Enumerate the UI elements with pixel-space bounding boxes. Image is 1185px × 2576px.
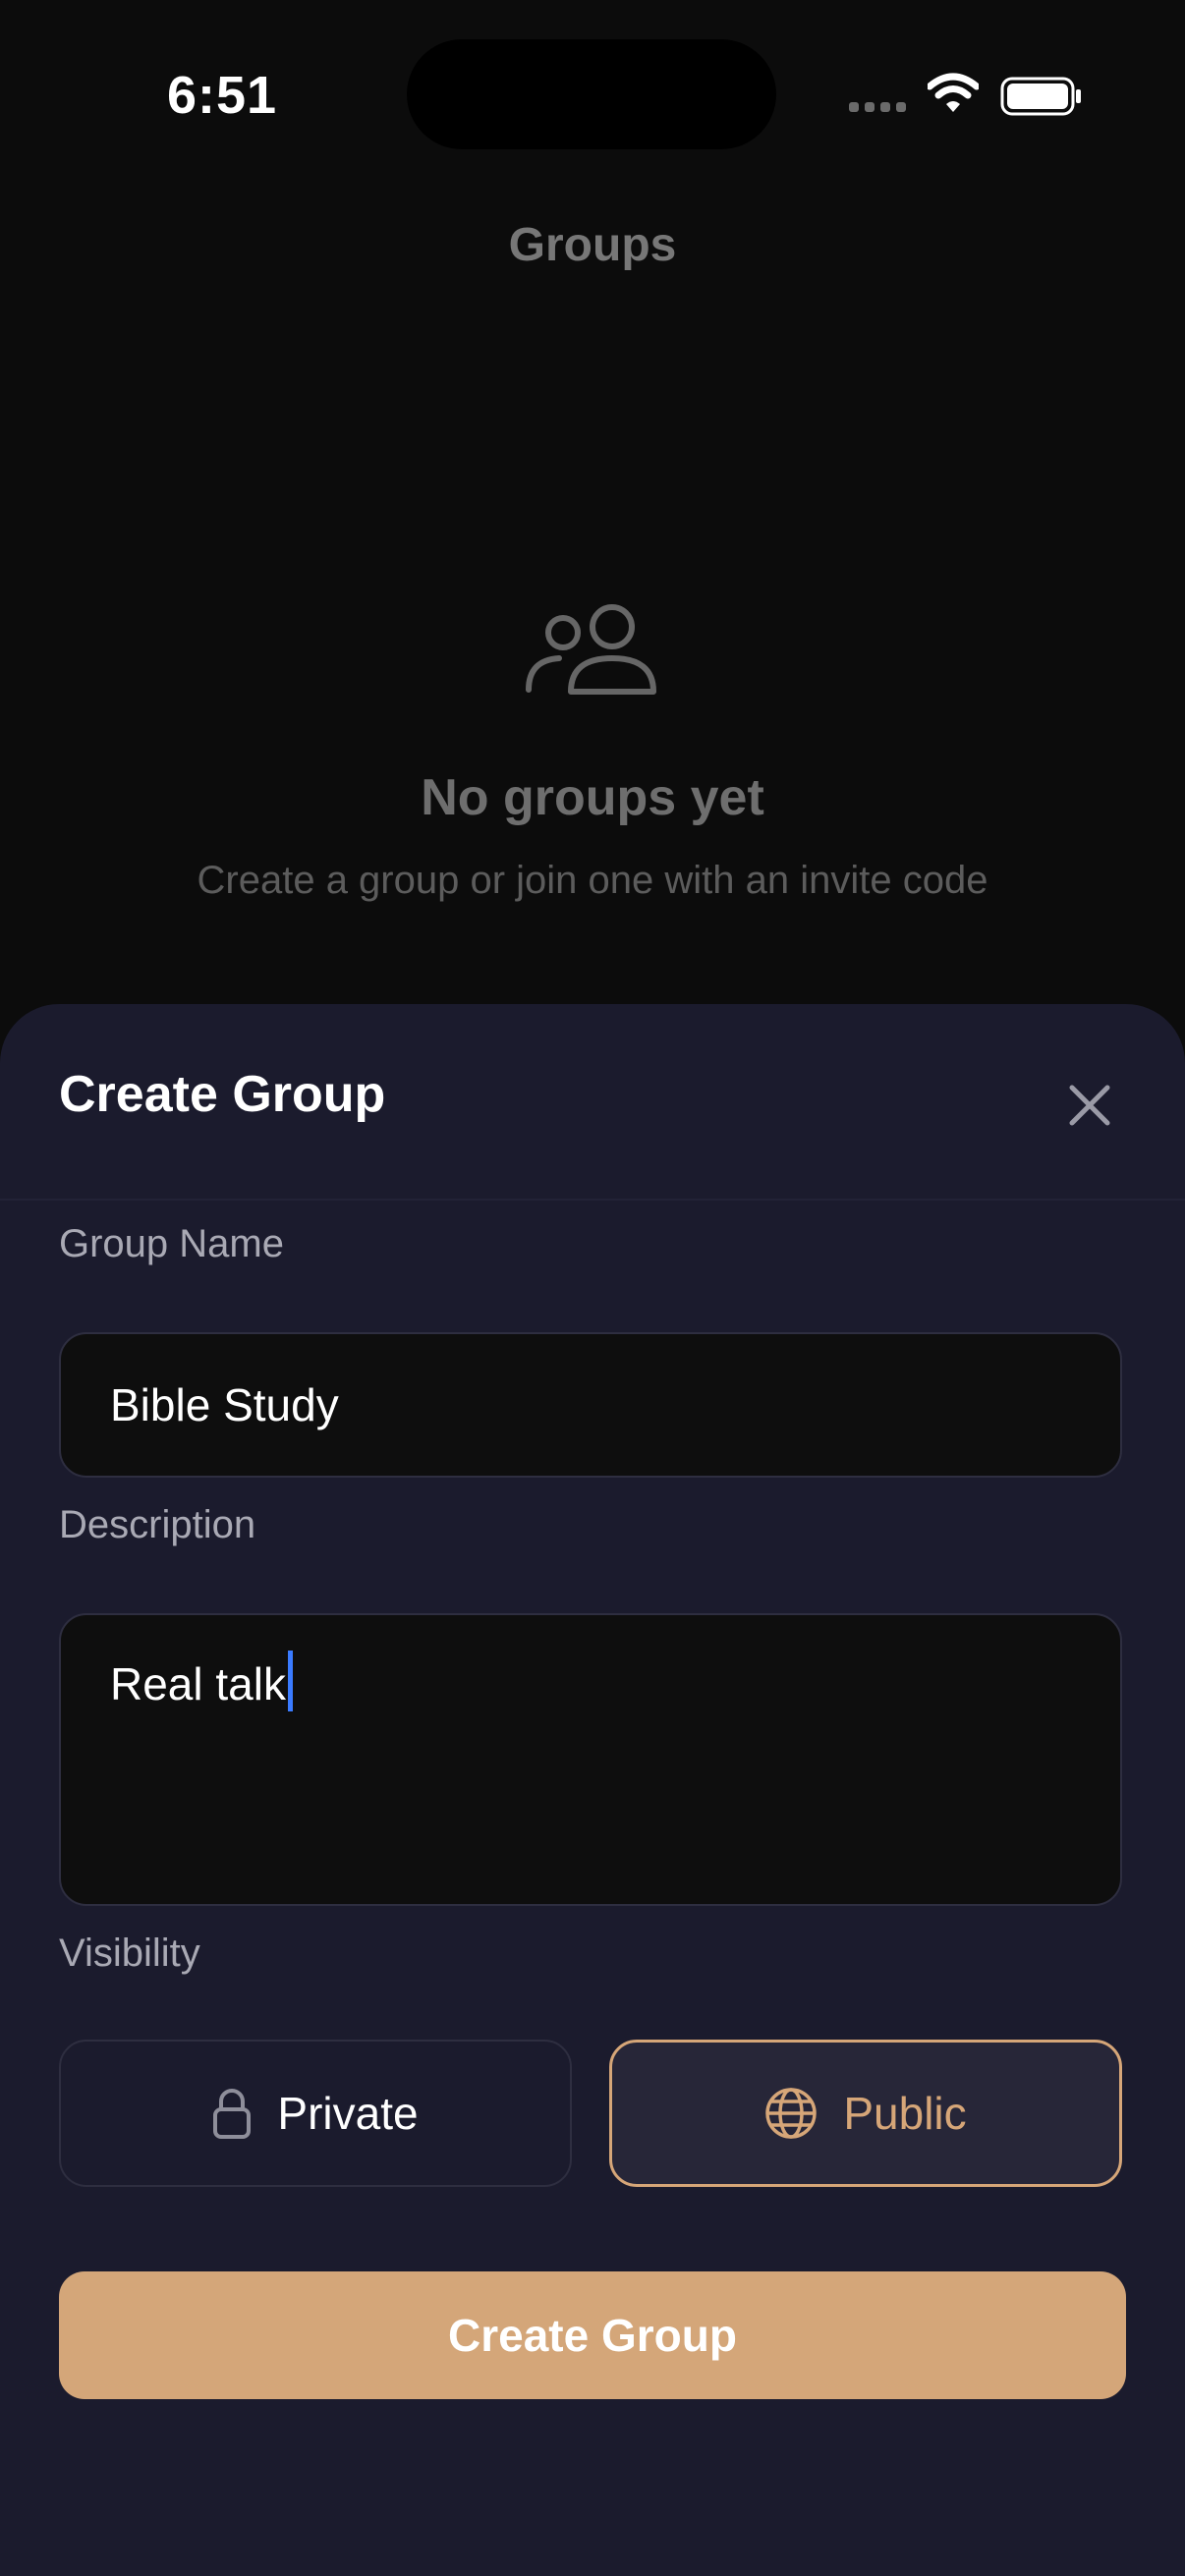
close-button[interactable] <box>1059 1075 1120 1136</box>
sheet-title: Create Group <box>59 1066 386 1123</box>
description-label: Description <box>59 1503 256 1546</box>
screen: 6:51 Groups No groups yet Create a group… <box>0 0 1185 2576</box>
lock-icon <box>213 2089 252 2139</box>
visibility-private-option[interactable]: Private <box>59 2040 572 2187</box>
empty-state-subtitle: Create a group or join one with an invit… <box>197 859 988 902</box>
cellular-signal-icon <box>849 102 906 112</box>
people-icon <box>526 604 656 695</box>
visibility-private-label: Private <box>277 2088 419 2139</box>
close-icon <box>1069 1085 1110 1126</box>
sheet-header: Create Group <box>0 1004 1185 1201</box>
group-name-label: Group Name <box>59 1222 284 1265</box>
wifi-icon <box>928 73 979 112</box>
visibility-public-option[interactable]: Public <box>609 2040 1122 2187</box>
visibility-label: Visibility <box>59 1932 200 1975</box>
description-value: Real talk <box>110 1658 286 1709</box>
create-group-sheet: Create Group Group Name Bible Study Desc… <box>0 1004 1185 2576</box>
description-input[interactable]: Real talk <box>59 1613 1122 1906</box>
create-group-button[interactable]: Create Group <box>59 2271 1126 2399</box>
group-name-input[interactable]: Bible Study <box>59 1332 1122 1478</box>
text-caret <box>287 1651 293 1711</box>
status-time: 6:51 <box>167 66 278 125</box>
dynamic-island <box>407 39 776 149</box>
group-name-value: Bible Study <box>110 1379 339 1430</box>
empty-state-title: No groups yet <box>421 769 764 826</box>
page-title: Groups <box>508 219 677 271</box>
globe-icon <box>765 2088 818 2139</box>
battery-icon <box>1000 77 1081 116</box>
visibility-public-label: Public <box>843 2088 967 2139</box>
